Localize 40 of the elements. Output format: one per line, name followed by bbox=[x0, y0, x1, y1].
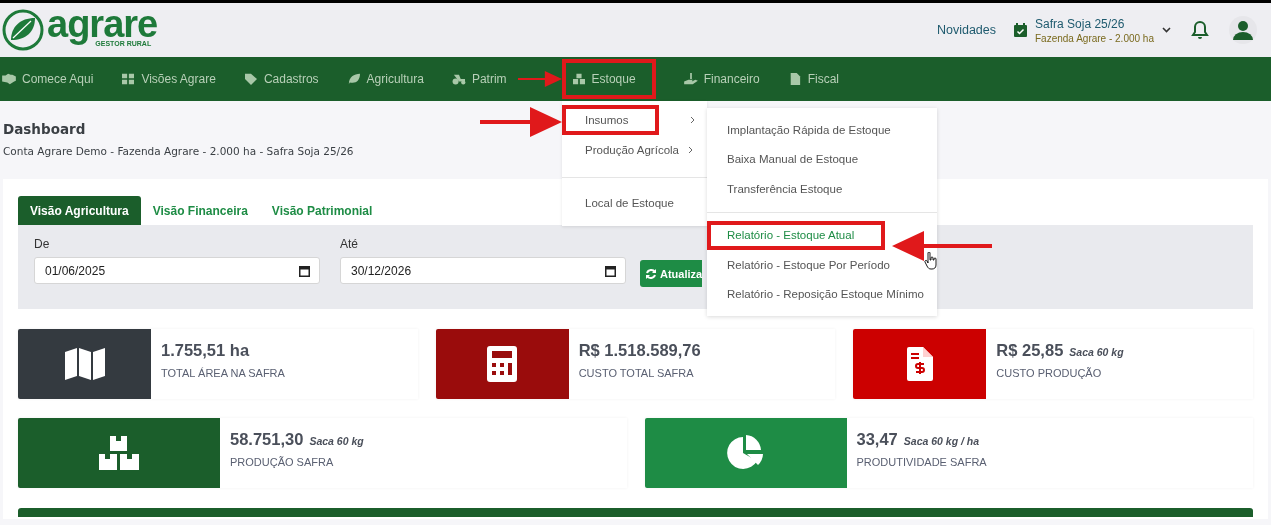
menu-item[interactable]: Implantação Rápida de Estoque bbox=[707, 115, 937, 145]
date-field[interactable]: 30/12/2026 bbox=[340, 257, 626, 284]
logo-wordmark: agrare bbox=[47, 5, 158, 43]
stat-unit: Saca 60 kg bbox=[309, 435, 364, 447]
stat-value: 33,47 bbox=[856, 430, 898, 449]
tab[interactable]: Visão Financeira bbox=[140, 196, 260, 225]
menu-item[interactable]: Relatório - Reposição Estoque Mínimo bbox=[707, 279, 937, 309]
page-title: Dashboard bbox=[3, 121, 86, 137]
field-label: Até bbox=[340, 237, 359, 251]
stat-value: 1.755,51 ha bbox=[161, 341, 250, 360]
nav-item[interactable]: Financeiro bbox=[683, 72, 760, 86]
stat-value: R$ 25,85 bbox=[996, 341, 1064, 360]
nav-item[interactable]: Patrim bbox=[451, 72, 507, 86]
date-field[interactable]: 01/06/2025 bbox=[34, 257, 320, 284]
nav-item[interactable]: Fiscal bbox=[787, 72, 840, 86]
page-subtitle: Conta Agrare Demo - Fazenda Agrare - 2.000 ha - Safra Soja 25/26 bbox=[3, 145, 354, 157]
menu-item[interactable]: Baixa Manual de Estoque bbox=[707, 144, 937, 174]
season-selector[interactable]: Safra Soja 25/26 Fazenda Agrare - 2.000 ha bbox=[1014, 16, 1171, 44]
stat-label: PRODUTIVIDADE SAFRA bbox=[856, 456, 987, 468]
stat-unit: Saca 60 kg bbox=[1069, 346, 1124, 358]
menu-item[interactable]: Relatório - Estoque Atual bbox=[707, 220, 885, 250]
menu-item[interactable]: Local de Estoque bbox=[562, 188, 707, 218]
stat-label: TOTAL ÁREA NA SAFRA bbox=[161, 367, 285, 379]
nav-item[interactable]: Cadastros bbox=[243, 72, 319, 86]
stat-label: CUSTO TOTAL SAFRA bbox=[578, 367, 695, 379]
tab[interactable]: Visão Patrimonial bbox=[259, 196, 385, 225]
nav-item[interactable]: Visões Agrare bbox=[121, 72, 216, 86]
nav-item[interactable]: Agricultura bbox=[346, 72, 424, 86]
stat-label: PRODUÇÃO SAFRA bbox=[230, 456, 335, 468]
menu-item[interactable]: Transferência Estoque bbox=[707, 174, 937, 204]
nav-item[interactable]: Comece Aqui bbox=[2, 72, 94, 86]
field-label: De bbox=[34, 237, 51, 251]
stat-value: R$ 1.518.589,76 bbox=[578, 341, 701, 360]
menu-item[interactable]: Produção Agrícola bbox=[562, 135, 707, 165]
news-link[interactable]: Novidades bbox=[936, 23, 996, 37]
tab[interactable]: Visão Agricultura bbox=[18, 196, 141, 225]
stat-unit: Saca 60 kg / ha bbox=[903, 435, 980, 447]
stat-label: CUSTO PRODUÇÃO bbox=[996, 367, 1103, 379]
nav-item[interactable]: Estoque bbox=[561, 59, 656, 99]
stat-value: 58.751,30 bbox=[230, 430, 304, 449]
